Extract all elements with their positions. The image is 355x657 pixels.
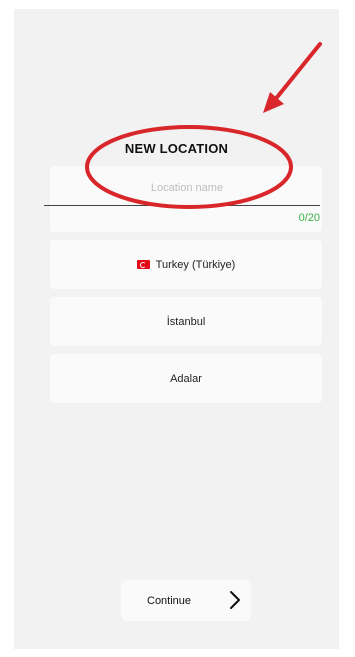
country-label: Turkey (Türkiye) bbox=[155, 258, 236, 271]
location-name-input[interactable] bbox=[54, 176, 320, 200]
city-label: İstanbul bbox=[166, 315, 206, 328]
page-title: NEW LOCATION bbox=[124, 141, 229, 156]
app-screen: NEW LOCATION 0/20 Turkey (Türkiye) İstan… bbox=[14, 9, 339, 649]
country-selector[interactable]: Turkey (Türkiye) bbox=[50, 240, 322, 289]
location-name-card: 0/20 bbox=[44, 166, 322, 232]
continue-label: Continue bbox=[147, 594, 192, 607]
turkey-flag-icon bbox=[136, 260, 150, 269]
district-selector[interactable]: Adalar bbox=[50, 354, 322, 403]
city-selector[interactable]: İstanbul bbox=[50, 297, 322, 346]
chevron-right-icon bbox=[230, 591, 240, 609]
character-counter: 0/20 bbox=[298, 212, 320, 224]
input-underline bbox=[44, 205, 320, 206]
district-label: Adalar bbox=[170, 372, 202, 385]
continue-button[interactable]: Continue bbox=[121, 580, 251, 621]
